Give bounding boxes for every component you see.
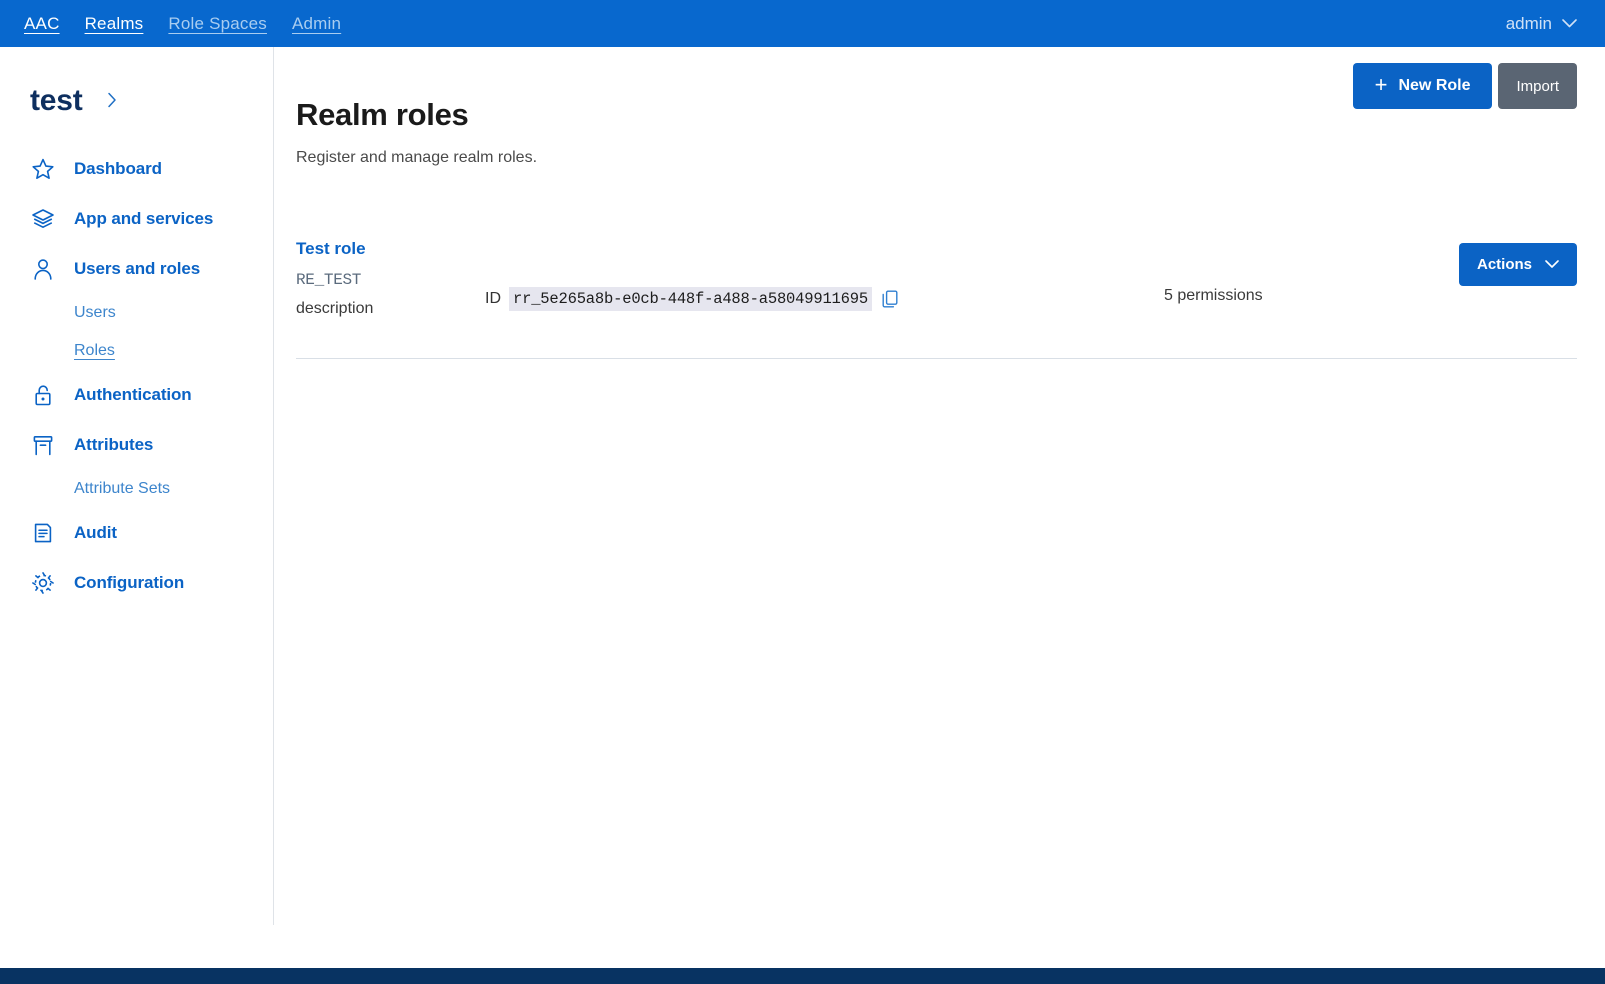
chevron-down-icon	[1545, 256, 1559, 273]
page-header-actions: + New Role Import	[1352, 63, 1577, 109]
top-navbar: AAC Realms Role Spaces Admin admin	[0, 0, 1605, 47]
plus-icon: +	[1374, 72, 1388, 97]
role-list: Test role RE_TEST description ID rr_5e26…	[274, 239, 1605, 359]
gear-icon	[30, 570, 56, 596]
role-permissions-count: 5 permissions	[1163, 287, 1263, 304]
archive-icon	[30, 432, 56, 458]
chevron-right-icon	[107, 92, 117, 113]
sidebar-item-label: Configuration	[74, 573, 185, 592]
user-icon	[30, 256, 56, 282]
sidebar-item-attributes[interactable]: Attributes	[0, 420, 273, 470]
sidebar-item-dashboard[interactable]: Dashboard	[0, 144, 273, 194]
sidebar-item-configuration[interactable]: Configuration	[0, 558, 273, 608]
role-id-value: rr_5e265a8b-e0cb-448f-a488-a58049911695	[509, 287, 872, 311]
sidebar-item-users[interactable]: Users	[0, 294, 273, 332]
page-subtitle: Register and manage realm roles.	[296, 149, 538, 166]
sidebar-item-label: Users and roles	[74, 259, 201, 278]
sidebar-nav: Dashboard App and services Users and rol…	[0, 144, 273, 608]
sidebar-subitem-label: Attribute Sets	[74, 480, 171, 497]
realm-name: test	[30, 84, 83, 117]
sidebar: test Dashboard App and services Users an…	[0, 47, 274, 925]
sidebar-item-label: Dashboard	[74, 159, 162, 178]
sidebar-item-label: Attributes	[74, 435, 154, 454]
role-description: description	[296, 300, 374, 317]
role-id: ID rr_5e265a8b-e0cb-448f-a488-a580499116…	[485, 287, 898, 311]
layers-icon	[30, 206, 56, 232]
role-body: RE_TEST description ID rr_5e265a8b-e0cb-…	[296, 271, 1577, 318]
role-authority: RE_TEST	[296, 271, 362, 289]
role-meta: RE_TEST description	[296, 271, 476, 318]
nav-link-admin[interactable]: Admin	[292, 14, 341, 34]
nav-link-realms[interactable]: Realms	[85, 14, 144, 34]
import-button[interactable]: Import	[1498, 63, 1577, 109]
lock-icon	[30, 382, 56, 408]
user-menu[interactable]: admin	[1506, 14, 1605, 34]
page-header: Realm roles Register and manage realm ro…	[274, 47, 1605, 167]
star-icon	[30, 156, 56, 182]
sidebar-item-audit[interactable]: Audit	[0, 508, 273, 558]
nav-link-aac[interactable]: AAC	[24, 14, 60, 34]
copy-icon[interactable]	[882, 290, 898, 308]
sidebar-item-attribute-sets[interactable]: Attribute Sets	[0, 470, 273, 508]
sidebar-subitem-label: Roles	[74, 342, 115, 359]
sidebar-item-app-and-services[interactable]: App and services	[0, 194, 273, 244]
sidebar-item-label: Authentication	[74, 385, 192, 404]
top-nav-links: AAC Realms Role Spaces Admin	[0, 14, 341, 34]
main-content: Realm roles Register and manage realm ro…	[274, 47, 1605, 925]
role-name-link[interactable]: Test role	[296, 239, 1577, 259]
realm-switcher[interactable]: test	[0, 47, 273, 118]
footer-bar	[0, 968, 1605, 984]
actions-button[interactable]: Actions	[1458, 243, 1577, 286]
sidebar-item-roles[interactable]: Roles	[0, 332, 273, 370]
new-role-button[interactable]: + New Role	[1352, 63, 1493, 109]
sidebar-item-authentication[interactable]: Authentication	[0, 370, 273, 420]
role-id-label: ID	[485, 290, 501, 307]
document-icon	[30, 520, 56, 546]
new-role-button-label: New Role	[1398, 77, 1471, 94]
table-row: Test role RE_TEST description ID rr_5e26…	[296, 239, 1577, 359]
sidebar-item-label: App and services	[74, 209, 214, 228]
sidebar-item-label: Audit	[74, 523, 117, 542]
nav-link-role-spaces[interactable]: Role Spaces	[168, 14, 267, 34]
user-menu-label: admin	[1505, 13, 1552, 33]
sidebar-subitem-label: Users	[74, 304, 116, 321]
actions-button-label: Actions	[1476, 256, 1532, 273]
sidebar-item-users-and-roles[interactable]: Users and roles	[0, 244, 273, 294]
chevron-down-icon	[1562, 15, 1577, 33]
